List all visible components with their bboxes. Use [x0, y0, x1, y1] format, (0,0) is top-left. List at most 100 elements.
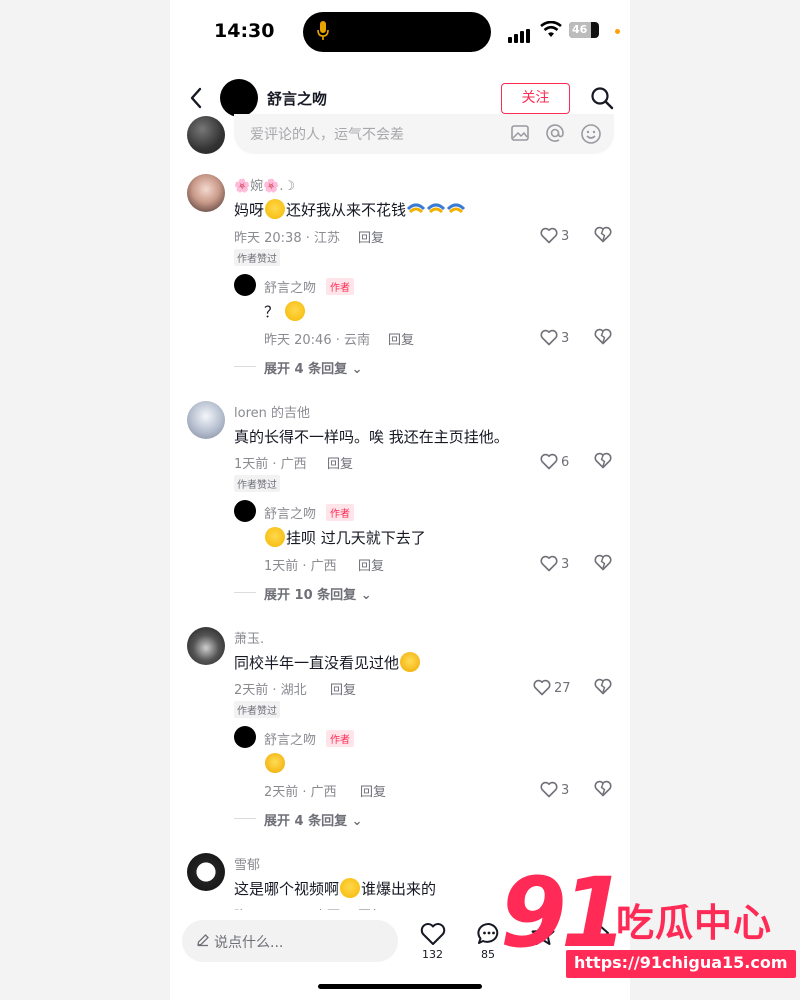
reply-author-name[interactable]: 舒言之吻	[264, 729, 316, 748]
like-count: 3	[561, 783, 570, 798]
reply-author-avatar[interactable]	[234, 500, 256, 522]
heart-outline-icon	[533, 679, 551, 696]
back-arrow-icon[interactable]	[188, 86, 204, 110]
chevron-down-icon: ⌄	[351, 814, 363, 829]
commenter-name[interactable]: loren 的吉他	[234, 402, 310, 421]
like-button[interactable]: 6	[540, 453, 569, 470]
reply-text	[264, 753, 286, 773]
chevron-down-icon: ⌄	[351, 362, 363, 377]
commenter-name[interactable]: 🌸婉🌸.☽	[234, 175, 295, 194]
search-icon[interactable]	[590, 86, 614, 110]
broken-heart-icon[interactable]	[594, 554, 612, 571]
commenter-avatar[interactable]	[187, 401, 225, 439]
commenter-avatar[interactable]	[187, 853, 225, 891]
expand-replies-label: 展开 4 条回复	[264, 362, 348, 377]
expand-replies-label: 展开 4 条回复	[264, 814, 348, 829]
author-liked-badge: 作者赞过	[234, 701, 280, 718]
reply-button[interactable]: 回复	[327, 453, 353, 472]
broken-heart-icon[interactable]	[594, 678, 612, 695]
heart-outline-icon	[540, 227, 558, 244]
like-button[interactable]: 27	[533, 679, 571, 696]
emoji-icon[interactable]	[580, 123, 602, 145]
reply-meta: 1天前 · 广西	[264, 559, 337, 574]
broken-heart-icon[interactable]	[594, 328, 612, 345]
expand-replies-button[interactable]: 展开 4 条回复 ⌄	[264, 358, 363, 377]
like-count: 6	[561, 455, 570, 470]
author-badge: 作者	[326, 504, 354, 521]
like-button[interactable]: 3	[540, 227, 569, 244]
like-button[interactable]: 3	[540, 329, 569, 346]
comment-meta: 2天前 · 湖北	[234, 683, 307, 698]
broken-heart-icon[interactable]	[594, 452, 612, 469]
cellular-signal-icon	[508, 24, 532, 43]
say-something-input[interactable]: 说点什么...	[182, 920, 398, 962]
reply-author-avatar[interactable]	[234, 726, 256, 748]
comment-text: 同校半年一直没看见过他	[234, 652, 421, 673]
reply-meta: 2天前 · 广西	[264, 785, 337, 800]
author-name[interactable]: 舒言之吻	[267, 88, 327, 109]
status-time: 14:30	[214, 20, 275, 42]
reply-button[interactable]: 回复	[330, 679, 356, 698]
reply-button[interactable]: 回复	[358, 227, 384, 246]
commenter-avatar[interactable]	[187, 174, 225, 212]
like-button[interactable]: 3	[540, 781, 569, 798]
mention-icon[interactable]	[545, 123, 565, 143]
chevron-down-icon: ⌄	[360, 588, 372, 603]
expand-replies-button[interactable]: 展开 4 条回复 ⌄	[264, 810, 363, 829]
like-button[interactable]: 3	[540, 555, 569, 572]
reply-button[interactable]: 回复	[360, 781, 386, 800]
follow-button[interactable]: 关注	[501, 83, 570, 114]
reply-text: 挂呗 过几天就下去了	[264, 527, 426, 548]
crying-emoji-icon	[265, 527, 285, 547]
reply-text-part: 挂呗 过几天就下去了	[286, 529, 426, 547]
pencil-icon	[197, 934, 209, 947]
divider	[234, 366, 256, 367]
dynamic-island	[303, 12, 491, 52]
reply-author-avatar[interactable]	[234, 274, 256, 296]
battery-level: 46	[572, 23, 588, 36]
author-badge: 作者	[326, 730, 354, 747]
like-total: 132	[422, 948, 443, 961]
grinning-emoji-icon	[400, 652, 421, 672]
reply-button[interactable]: 回复	[358, 555, 384, 574]
money-wing-emoji-icon	[446, 203, 466, 214]
status-bar: 14:30 46	[170, 0, 630, 62]
broken-heart-icon[interactable]	[594, 780, 612, 797]
thinking-emoji-icon	[340, 878, 361, 898]
comment-text-part: 同校半年一直没看见过他	[234, 654, 400, 672]
money-wing-emoji-icon	[426, 203, 446, 214]
like-count: 3	[561, 229, 570, 244]
comment-total: 85	[481, 948, 495, 961]
expand-replies-button[interactable]: 展开 10 条回复 ⌄	[264, 584, 372, 603]
image-icon[interactable]	[510, 123, 530, 143]
heart-outline-icon	[540, 555, 558, 572]
like-count: 3	[561, 331, 570, 346]
comment-bubble-icon[interactable]	[476, 922, 502, 946]
commenter-name[interactable]: 萧玉.	[234, 628, 264, 647]
comment-text-part: 还好我从来不花钱	[286, 201, 407, 219]
say-something-placeholder: 说点什么...	[214, 935, 284, 951]
comment-input-box[interactable]: 爱评论的人，运气不会差	[234, 114, 614, 154]
reply-author-name[interactable]: 舒言之吻	[264, 277, 316, 296]
broken-heart-icon[interactable]	[594, 226, 612, 243]
like-count: 27	[554, 681, 571, 696]
commenter-avatar[interactable]	[187, 627, 225, 665]
author-liked-badge: 作者赞过	[234, 249, 280, 266]
reply-meta: 昨天 20:46 · 云南	[264, 333, 370, 348]
author-badge: 作者	[326, 278, 354, 295]
reply-button[interactable]: 回复	[388, 329, 414, 348]
reply-author-name[interactable]: 舒言之吻	[264, 503, 316, 522]
heart-outline-icon	[540, 453, 558, 470]
author-liked-badge: 作者赞过	[234, 475, 280, 492]
shy-emoji-icon	[284, 301, 305, 321]
comment-meta: 昨天 20:38 · 江苏	[234, 231, 340, 246]
microphone-icon	[317, 21, 329, 40]
heart-like-icon[interactable]	[420, 922, 446, 946]
heart-outline-icon	[540, 329, 558, 346]
author-avatar[interactable]	[220, 79, 258, 117]
commenter-name[interactable]: 雪郁	[234, 854, 260, 873]
comment-text: 这是哪个视频啊 谁爆出来的	[234, 878, 436, 899]
money-wing-emoji-icon	[406, 203, 426, 214]
like-count: 3	[561, 557, 570, 572]
right-backdrop	[630, 0, 800, 1000]
